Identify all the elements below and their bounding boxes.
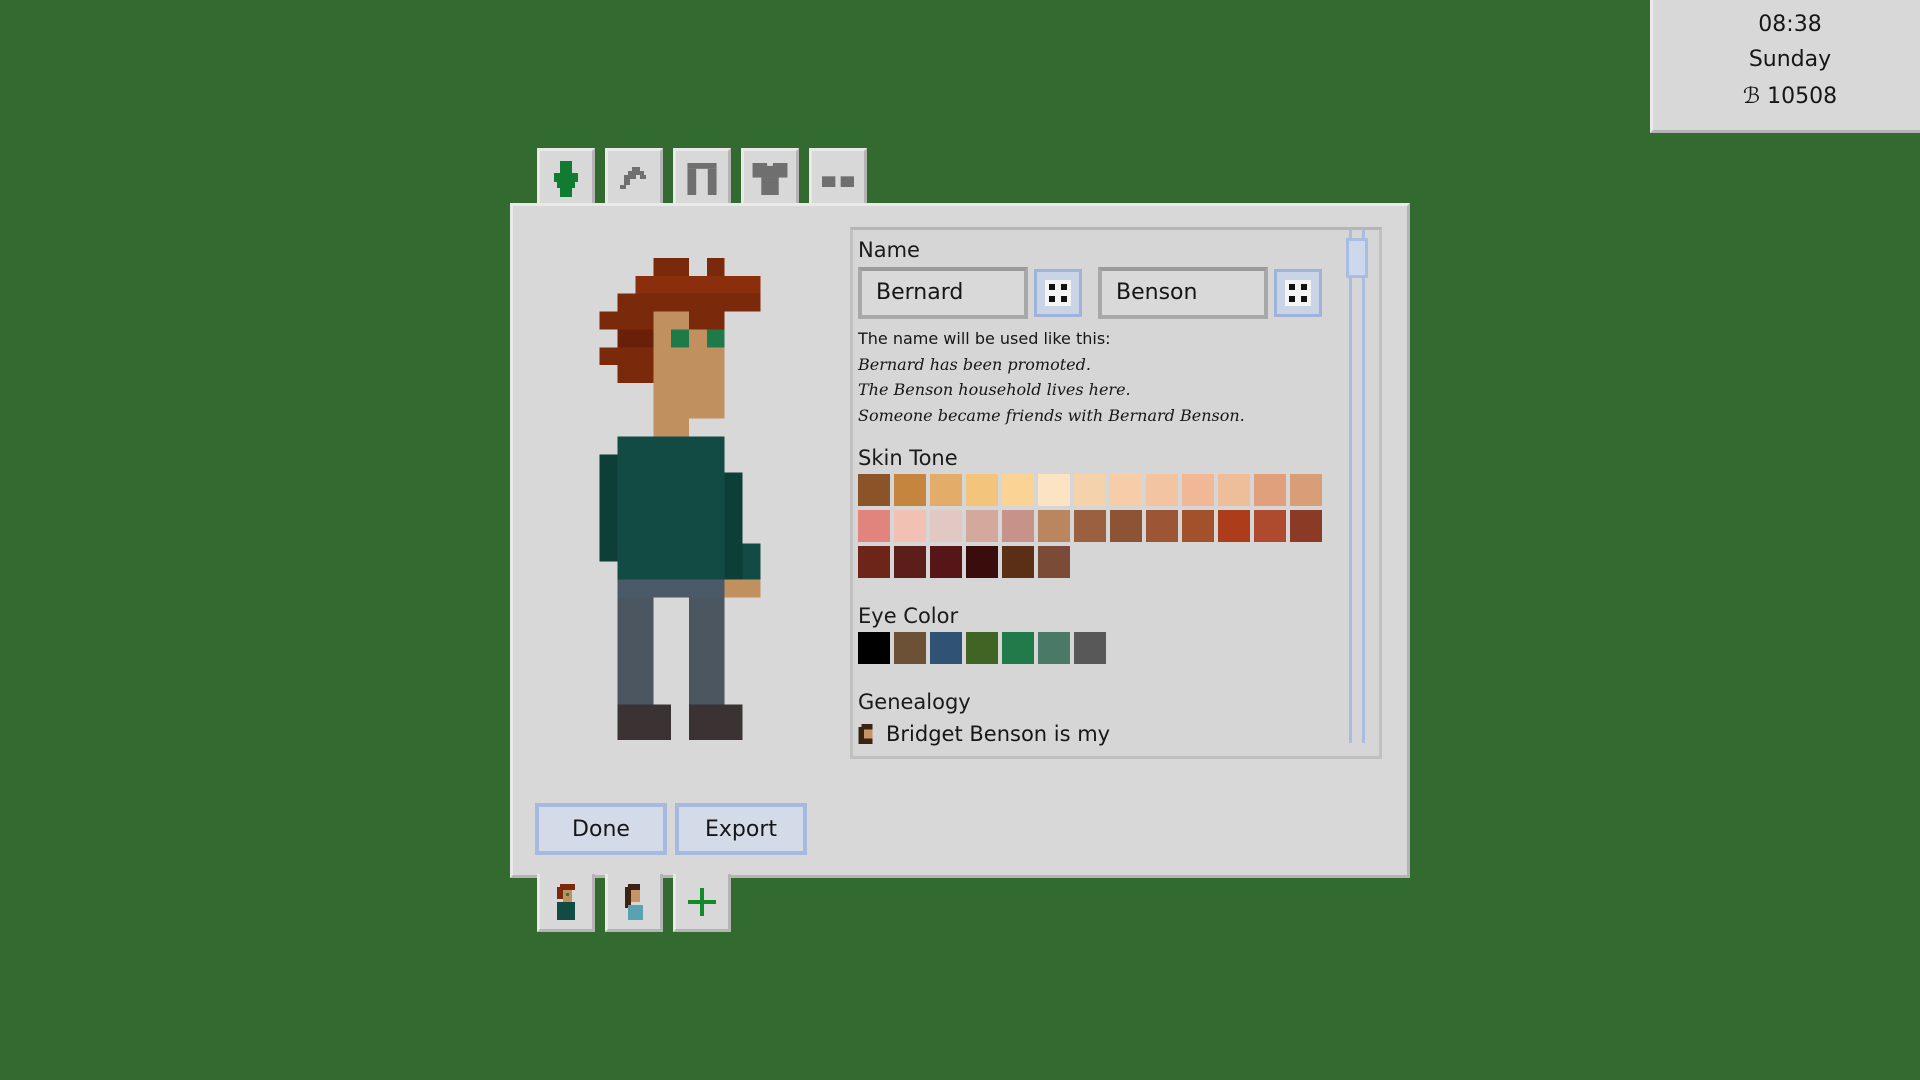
skin-tone-swatch[interactable] bbox=[1182, 510, 1214, 542]
skin-tone-swatch[interactable] bbox=[1254, 510, 1286, 542]
character-preview bbox=[599, 258, 779, 758]
eye-color-swatch[interactable] bbox=[966, 632, 998, 664]
skin-tone-swatch[interactable] bbox=[1038, 510, 1070, 542]
skin-tone-swatch[interactable] bbox=[1110, 510, 1142, 542]
skin-tone-swatch[interactable] bbox=[1038, 546, 1070, 578]
skin-tone-row bbox=[858, 546, 1343, 578]
skin-tone-swatch[interactable] bbox=[1290, 510, 1322, 542]
eye-color-swatch[interactable] bbox=[858, 632, 890, 664]
skin-tone-swatch[interactable] bbox=[1110, 474, 1142, 506]
randomize-first-name-button[interactable] bbox=[1034, 269, 1082, 317]
shoes-icon bbox=[822, 175, 854, 187]
name-usage-example-1: Bernard has been promoted. bbox=[858, 354, 1091, 374]
clock-panel: 08:38 Sunday ℬ 10508 bbox=[1650, 0, 1920, 133]
tab-pants[interactable] bbox=[673, 148, 731, 206]
editor-scroll-area[interactable]: Name Bernard Benson The name will be use… bbox=[850, 227, 1382, 759]
skin-tone-palette bbox=[858, 474, 1343, 578]
skin-tone-swatch[interactable] bbox=[966, 510, 998, 542]
add-member-icon bbox=[688, 887, 716, 916]
skin-tone-swatch[interactable] bbox=[1146, 474, 1178, 506]
skin-tone-swatch[interactable] bbox=[858, 474, 890, 506]
name-heading: Name bbox=[858, 238, 920, 262]
dice-icon bbox=[1285, 280, 1311, 306]
eye-color-palette bbox=[858, 632, 1343, 664]
bridget-portrait-icon bbox=[858, 724, 873, 744]
tab-shirt[interactable] bbox=[741, 148, 799, 206]
skin-tone-swatch[interactable] bbox=[1182, 474, 1214, 506]
last-name-input[interactable]: Benson bbox=[1098, 267, 1268, 319]
money-display: ℬ 10508 bbox=[1742, 84, 1838, 109]
household-member-bridget[interactable] bbox=[605, 874, 663, 932]
skin-tone-swatch[interactable] bbox=[930, 546, 962, 578]
eye-color-swatch[interactable] bbox=[930, 632, 962, 664]
genealogy-entry[interactable]: Bridget Benson is my bbox=[858, 722, 1343, 746]
dice-icon bbox=[1045, 280, 1071, 306]
skin-tone-swatch[interactable] bbox=[930, 510, 962, 542]
skin-tone-swatch[interactable] bbox=[1002, 546, 1034, 578]
pants-icon bbox=[687, 162, 717, 195]
skin-tone-swatch[interactable] bbox=[1038, 474, 1070, 506]
clock-day: Sunday bbox=[1748, 47, 1832, 72]
eye-color-swatch[interactable] bbox=[1002, 632, 1034, 664]
tab-hair[interactable] bbox=[605, 148, 663, 206]
skin-tone-swatch[interactable] bbox=[966, 474, 998, 506]
skin-tone-swatch[interactable] bbox=[858, 546, 890, 578]
done-button[interactable]: Done bbox=[535, 803, 667, 855]
skin-tone-swatch[interactable] bbox=[1002, 474, 1034, 506]
bridget-portrait-icon bbox=[625, 883, 643, 920]
tab-shoes[interactable] bbox=[809, 148, 867, 206]
hair-icon bbox=[620, 166, 646, 189]
eye-color-swatch[interactable] bbox=[894, 632, 926, 664]
name-usage-intro: The name will be used like this: bbox=[858, 329, 1111, 348]
shirt-icon bbox=[752, 162, 788, 195]
skin-tone-heading: Skin Tone bbox=[858, 446, 958, 470]
skin-tone-swatch[interactable] bbox=[1074, 474, 1106, 506]
skin-tone-swatch[interactable] bbox=[1254, 474, 1286, 506]
genealogy-entry-text: Bridget Benson is my bbox=[886, 722, 1111, 746]
tab-body[interactable] bbox=[537, 148, 595, 206]
body-icon bbox=[554, 160, 578, 197]
character-sprite bbox=[599, 258, 761, 741]
skin-tone-swatch[interactable] bbox=[1218, 510, 1250, 542]
eye-color-heading: Eye Color bbox=[858, 604, 959, 628]
skin-tone-swatch[interactable] bbox=[1290, 474, 1322, 506]
add-household-member-button[interactable] bbox=[673, 874, 731, 932]
clock-time: 08:38 bbox=[1758, 12, 1822, 37]
editor-scrollbar[interactable] bbox=[1349, 229, 1365, 743]
first-name-input[interactable]: Bernard bbox=[858, 267, 1028, 319]
eye-color-swatch[interactable] bbox=[1074, 632, 1106, 664]
skin-tone-swatch[interactable] bbox=[1146, 510, 1178, 542]
editor-scrollbar-thumb[interactable] bbox=[1346, 238, 1368, 278]
skin-tone-swatch[interactable] bbox=[858, 510, 890, 542]
skin-tone-row bbox=[858, 510, 1343, 542]
skin-tone-swatch[interactable] bbox=[894, 546, 926, 578]
skin-tone-swatch[interactable] bbox=[894, 510, 926, 542]
household-member-bernard[interactable] bbox=[537, 874, 595, 932]
skin-tone-swatch[interactable] bbox=[1074, 510, 1106, 542]
name-usage-note: The name will be used like this: Bernard… bbox=[858, 326, 1343, 428]
character-editor-window: Name Bernard Benson The name will be use… bbox=[510, 203, 1410, 878]
export-button[interactable]: Export bbox=[675, 803, 807, 855]
randomize-last-name-button[interactable] bbox=[1274, 269, 1322, 317]
skin-tone-row bbox=[858, 474, 1343, 506]
name-usage-example-3: Someone became friends with Bernard Bens… bbox=[858, 405, 1245, 425]
skin-tone-swatch[interactable] bbox=[1002, 510, 1034, 542]
eye-color-swatch[interactable] bbox=[1038, 632, 1070, 664]
name-usage-example-2: The Benson household lives here. bbox=[858, 380, 1131, 399]
skin-tone-swatch[interactable] bbox=[966, 546, 998, 578]
skin-tone-swatch[interactable] bbox=[930, 474, 962, 506]
skin-tone-swatch[interactable] bbox=[1218, 474, 1250, 506]
bernard-portrait-icon bbox=[557, 883, 575, 920]
skin-tone-swatch[interactable] bbox=[894, 474, 926, 506]
genealogy-heading: Genealogy bbox=[858, 690, 971, 714]
